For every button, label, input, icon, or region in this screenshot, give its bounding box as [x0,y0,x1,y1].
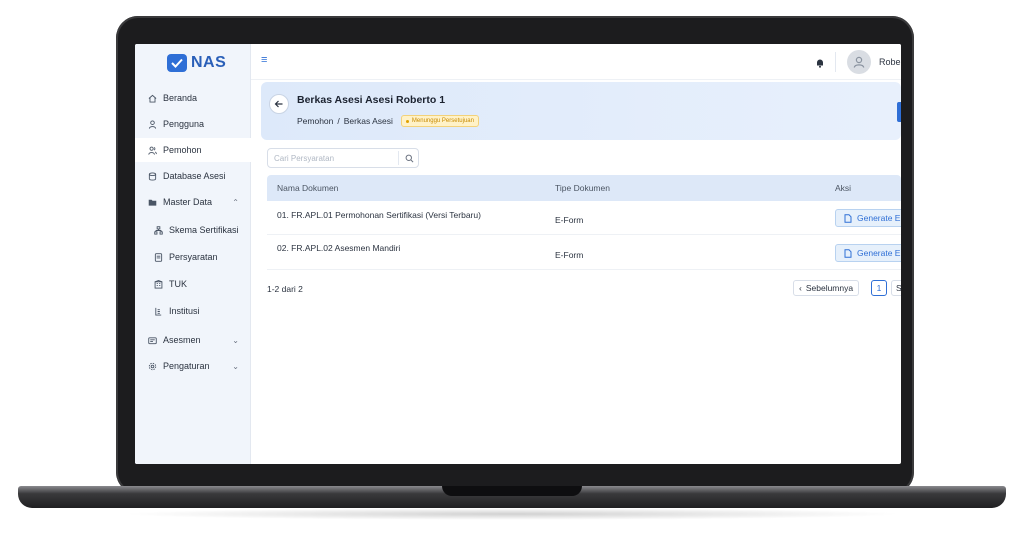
sidebar-item-pemohon[interactable]: Pemohon [135,138,251,162]
avatar[interactable] [847,50,871,74]
breadcrumb-item-berkas-asesi: Berkas Asesi [343,116,393,126]
column-header-nama-dokumen[interactable]: Nama Dokumen [277,183,338,193]
user-name[interactable]: Robe [879,57,901,67]
sidebar-item-tuk[interactable]: TUK [135,272,251,296]
chevron-down-icon: ⌄ [232,361,239,371]
sidebar-item-beranda[interactable]: Beranda [135,86,251,110]
sidebar-item-persyaratan[interactable]: Persyaratan [135,245,251,269]
previous-page-button[interactable]: ‹ Sebelumnya [793,280,860,296]
sidebar-item-pengguna[interactable]: Pengguna [135,112,251,136]
sidebar-item-label: Institusi [169,306,200,316]
sidebar-item-label: Persyaratan [169,252,218,262]
document-type: E-Form [555,215,584,225]
topbar-divider [835,52,836,72]
pagination-range: 1-2 dari 2 [267,284,303,294]
chevron-up-icon: ⌃ [232,197,239,207]
document-icon [153,252,163,262]
sidebar-item-master-data[interactable]: Master Data ⌃ [135,190,251,214]
gear-icon [147,361,157,371]
status-dot-icon [405,119,409,123]
checkmark-icon [167,54,187,72]
generate-button[interactable]: Generate E [835,209,901,227]
home-icon [147,93,157,103]
page-title: Berkas Asesi Asesi Roberto 1 [297,94,446,106]
page-number-button[interactable]: 1 [871,280,887,296]
sidebar-item-label: Database Asesi [163,171,226,181]
column-header-aksi: Aksi [835,183,852,193]
generate-button-label: Generate E [857,248,901,258]
building-icon [153,279,163,289]
page-header: Berkas Asesi Asesi Roberto 1 Pemohon / B… [261,82,901,140]
header-action-button[interactable] [897,102,901,122]
search-input[interactable] [268,149,398,167]
chevron-left-icon: ‹ [799,283,802,293]
search-box [267,148,419,168]
breadcrumb: Pemohon / Berkas Asesi Menunggu Persetuj… [297,115,479,127]
generate-button[interactable]: Generate E [835,244,901,262]
brand-logo[interactable]: NAS [167,54,226,72]
hierarchy-icon [153,225,163,235]
laptop-shadow [120,508,904,520]
status-badge: Menunggu Persetujuan [400,115,479,127]
previous-page-label: Sebelumnya [805,283,854,293]
sidebar-item-asesmen[interactable]: Asesmen ⌄ [135,328,251,352]
file-icon [844,213,852,223]
table-row: 02. FR.APL.02 Asesmen Mandiri E-Form Gen… [267,236,901,270]
sidebar: NAS Beranda Pengguna Pemohon Database As… [135,44,251,464]
next-page-button[interactable]: S [891,280,901,296]
user-avatar-icon [853,56,865,68]
menu-icon[interactable]: ≡ [261,54,267,66]
laptop-screen: NAS Beranda Pengguna Pemohon Database As… [135,44,901,464]
table-header: Nama Dokumen Tipe Dokumen Aksi [267,175,901,201]
document-name: 01. FR.APL.01 Permohonan Sertifikasi (Ve… [277,210,481,220]
database-icon [147,171,157,181]
search-button[interactable] [401,151,417,165]
sidebar-item-database-asesi[interactable]: Database Asesi [135,164,251,188]
institution-icon [153,306,163,316]
sidebar-item-label: Beranda [163,93,198,103]
search-divider [398,151,399,165]
folder-icon [147,197,157,207]
document-type: E-Form [555,250,584,260]
sidebar-item-label: Pemohon [163,145,202,155]
table-row: 01. FR.APL.01 Permohonan Sertifikasi (Ve… [267,201,901,235]
sidebar-item-label: Asesmen [163,335,201,345]
breadcrumb-separator: / [337,116,340,126]
sidebar-item-pengaturan[interactable]: Pengaturan ⌄ [135,354,251,378]
chevron-down-icon: ⌄ [232,335,239,345]
sidebar-item-label: Skema Sertifikasi [169,225,239,235]
arrow-left-icon [274,100,283,108]
sidebar-item-label: Pengaturan [163,361,210,371]
laptop-notch [442,486,582,496]
sidebar-item-label: Pengguna [163,119,205,129]
column-header-tipe-dokumen[interactable]: Tipe Dokumen [555,183,610,193]
bell-icon[interactable] [816,55,824,68]
sidebar-item-label: TUK [169,279,187,289]
clipboard-icon [147,335,157,345]
sidebar-item-label: Master Data [163,197,213,207]
top-bar: ≡ Robe [251,44,901,80]
sidebar-item-institusi[interactable]: Institusi [135,299,251,323]
back-button[interactable] [269,94,289,114]
generate-button-label: Generate E [857,213,901,223]
status-badge-label: Menunggu Persetujuan [411,118,474,124]
sidebar-item-skema-sertifikasi[interactable]: Skema Sertifikasi [135,218,251,242]
breadcrumb-item-pemohon[interactable]: Pemohon [297,116,333,126]
document-name: 02. FR.APL.02 Asesmen Mandiri [277,243,401,253]
search-icon [405,154,413,162]
brand-name: NAS [191,54,227,71]
users-icon [147,145,157,155]
user-icon [147,119,157,129]
file-icon [844,248,852,258]
